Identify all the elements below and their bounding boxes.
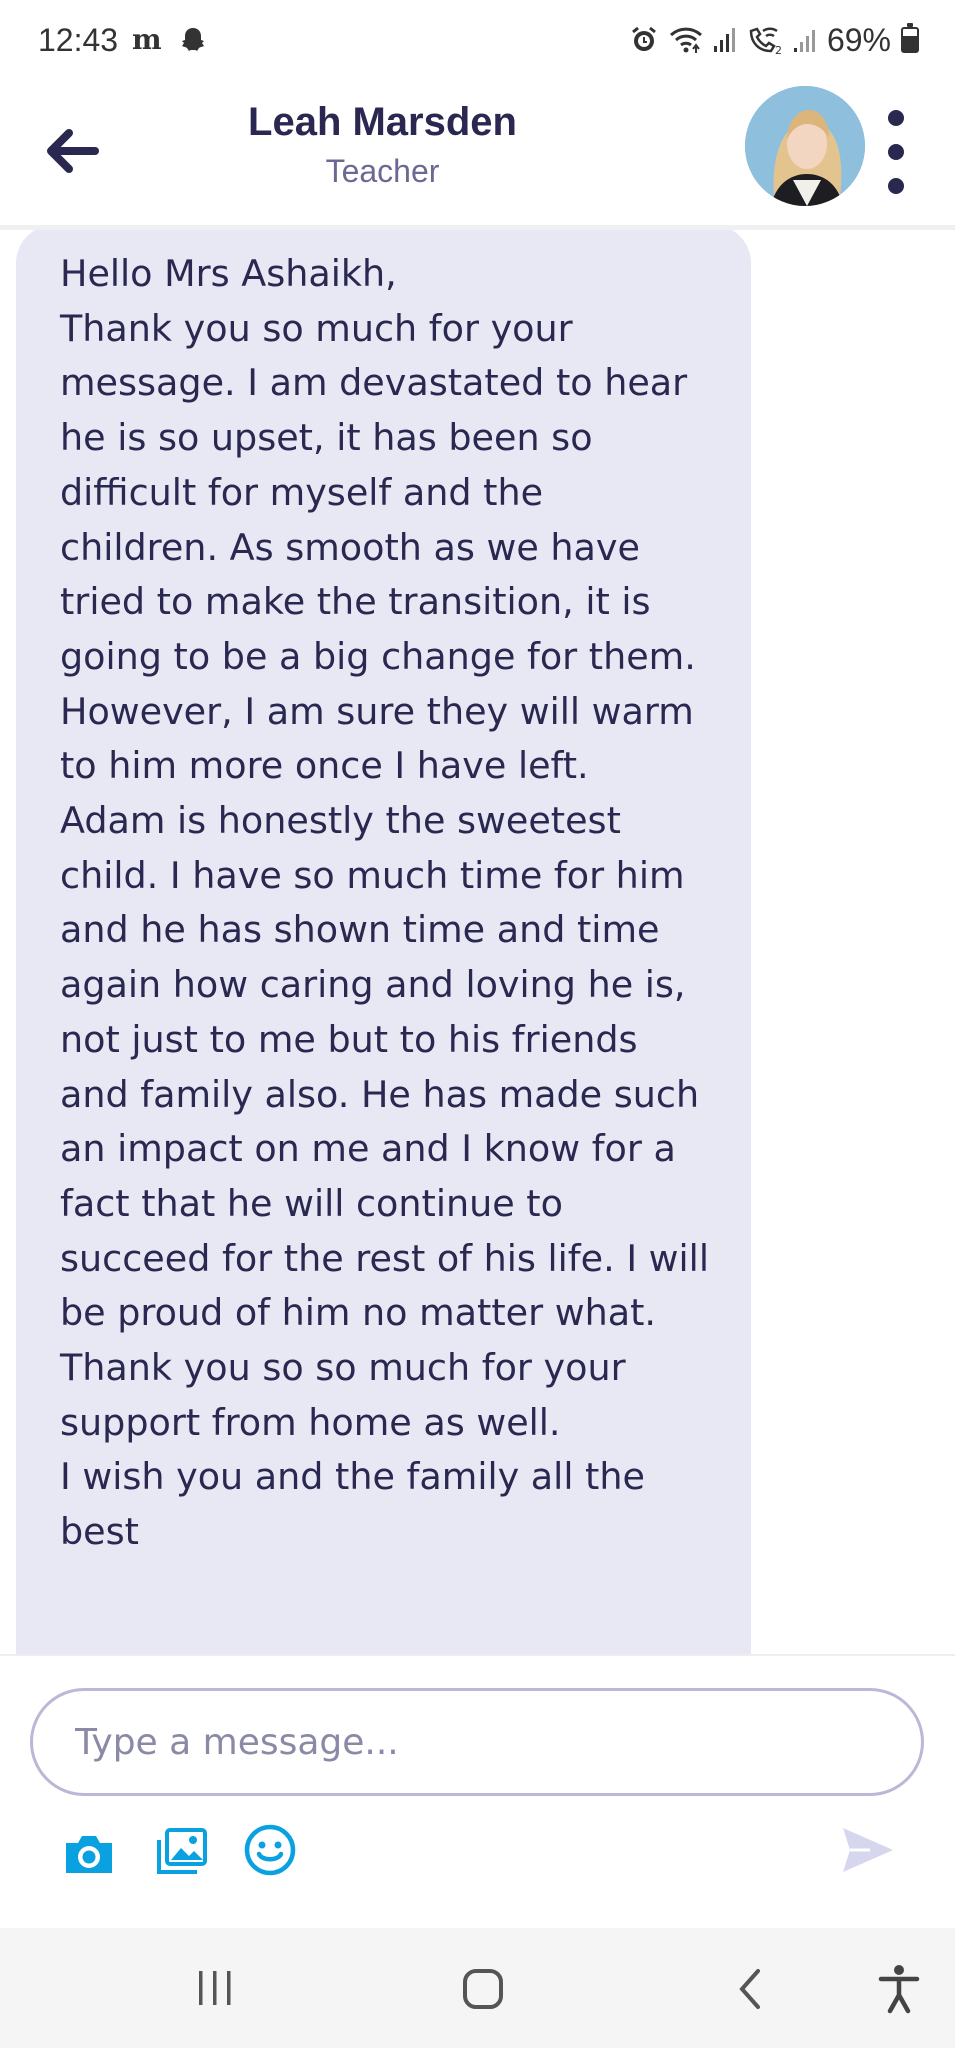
incoming-message-bubble[interactable]: Hello Mrs Ashaikh, Thank you so much for… [16,230,751,1654]
message-text: Hello Mrs Ashaikh, Thank you so much for… [60,252,709,1554]
wifi-icon [669,25,703,55]
svg-text:2: 2 [775,44,782,55]
camera-icon[interactable] [58,1826,120,1882]
message-list[interactable]: Hello Mrs Ashaikh, Thank you so much for… [0,230,955,1654]
accessibility-icon[interactable] [864,1952,934,2026]
recent-apps-icon[interactable] [180,1956,250,2020]
message-input-wrapper [30,1688,924,1796]
signal-icon-2 [793,26,817,54]
avatar[interactable] [745,86,865,206]
back-icon[interactable] [715,1954,785,2024]
menu-dot [888,144,904,160]
menu-dot [888,178,904,194]
more-vertical-icon[interactable] [876,110,916,194]
snapchat-icon [180,26,206,54]
signal-icon [713,26,737,54]
emoji-icon[interactable] [240,1820,300,1880]
menu-dot [888,110,904,126]
status-bar: 12:43 m 2 69% [0,0,955,80]
home-icon[interactable] [448,1954,518,2024]
status-left: 12:43 m [38,22,206,59]
message-composer [0,1654,955,1930]
gallery-icon[interactable] [150,1821,212,1883]
wifi-calling-icon: 2 [747,25,783,55]
alarm-icon [629,25,659,55]
chat-header: Leah Marsden Teacher [0,80,955,230]
send-icon[interactable] [838,1822,898,1878]
status-right: 2 69% [629,22,919,59]
m-app-icon: m [132,27,166,53]
system-nav-bar [0,1928,955,2048]
battery-percent: 69% [826,21,891,58]
battery-icon [901,23,919,53]
message-input[interactable] [73,1720,881,1764]
svg-text:m: m [132,27,162,53]
status-time: 12:43 [38,21,119,58]
battery-level [903,35,917,51]
